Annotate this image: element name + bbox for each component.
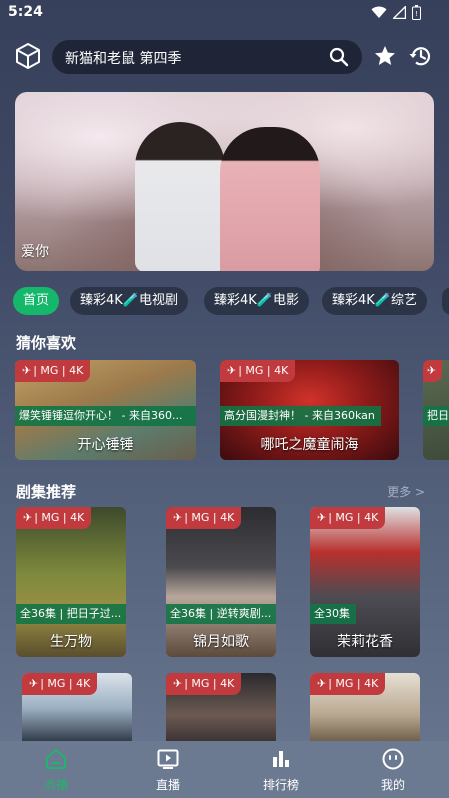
quality-badge: ✈ | MG | 4K bbox=[16, 507, 92, 529]
plane-icon: ✈ bbox=[173, 677, 183, 690]
signal-icon bbox=[393, 6, 406, 19]
card-subtitle: 全36集 | 逆转爽剧... bbox=[166, 604, 276, 624]
nav-label: 点播 bbox=[43, 778, 68, 792]
card-subtitle: 把日 bbox=[423, 406, 449, 426]
nav-label: 直播 bbox=[155, 778, 180, 792]
card-subtitle: 高分国漫封神！ - 来自360kan bbox=[220, 406, 381, 426]
section-title-guess: 猜你喜欢 bbox=[16, 334, 77, 352]
quality-badge: ✈ | MG | 4K bbox=[166, 673, 242, 695]
card-title: 茉莉花香 bbox=[337, 634, 393, 650]
tab-movies[interactable]: 臻彩4K🧪电影 bbox=[204, 287, 309, 315]
search-input[interactable]: 新猫和老鼠 第四季 bbox=[65, 48, 181, 68]
banner-figure-right bbox=[220, 127, 320, 271]
plane-icon: ✈ bbox=[227, 364, 237, 377]
battery-icon: ! bbox=[412, 5, 421, 20]
card-subtitle: 全30集 bbox=[310, 604, 356, 624]
series-card[interactable]: ✈ | MG | 4K bbox=[22, 673, 132, 743]
plane-icon: ✈ bbox=[173, 511, 183, 524]
card-title: 生万物 bbox=[50, 634, 92, 650]
tab-home[interactable]: 首页 bbox=[13, 287, 60, 315]
tab-overflow[interactable] bbox=[442, 287, 449, 315]
top-bar: 新猫和老鼠 第四季 bbox=[0, 38, 449, 74]
cube-icon[interactable] bbox=[14, 42, 42, 70]
quality-badge: ✈ bbox=[423, 360, 443, 382]
tab-variety[interactable]: 臻彩4K🧪综艺 bbox=[322, 287, 427, 315]
quality-badge: ✈ | MG | 4K bbox=[220, 360, 296, 382]
quality-badge: ✈ | MG | 4K bbox=[22, 673, 98, 695]
svg-text:!: ! bbox=[415, 10, 418, 18]
status-icons: ! bbox=[371, 5, 421, 20]
card-subtitle: 全36集 | 把日子过... bbox=[16, 604, 126, 624]
tab-tv-series[interactable]: 臻彩4K🧪电视剧 bbox=[70, 287, 188, 315]
hero-banner[interactable]: 爱你 bbox=[15, 92, 434, 271]
search-icon[interactable] bbox=[328, 46, 350, 68]
plane-icon: ✈ bbox=[427, 364, 437, 377]
live-icon bbox=[157, 749, 179, 769]
quality-badge: ✈ | MG | 4K bbox=[166, 507, 242, 529]
series-card[interactable]: ✈ | MG | 4K 全30集 茉莉花香 bbox=[310, 507, 420, 657]
status-time: 5:24 bbox=[8, 4, 43, 20]
nav-live[interactable]: 直播 bbox=[128, 741, 208, 798]
quality-badge: ✈ | MG | 4K bbox=[310, 673, 386, 695]
search-bar[interactable]: 新猫和老鼠 第四季 bbox=[52, 40, 362, 74]
history-icon[interactable] bbox=[408, 43, 434, 69]
card-title: 哪吒之魔童闹海 bbox=[260, 437, 359, 453]
category-tabs: 首页 臻彩4K🧪电视剧 臻彩4K🧪电影 臻彩4K🧪综艺 bbox=[0, 287, 449, 317]
profile-icon bbox=[382, 748, 404, 770]
ranking-icon bbox=[273, 751, 289, 767]
guess-card[interactable]: ✈ | MG | 4K 高分国漫封神！ - 来自360kan 哪吒之魔童闹海 bbox=[220, 360, 399, 460]
guess-card[interactable]: ✈ | MG | 4K 爆笑锤锤逗你开心！ - 来自360... 开心锤锤 bbox=[15, 360, 196, 460]
plane-icon: ✈ bbox=[22, 364, 32, 377]
card-subtitle: 爆笑锤锤逗你开心！ - 来自360... bbox=[15, 406, 196, 426]
plane-icon: ✈ bbox=[23, 511, 33, 524]
quality-badge: ✈ | MG | 4K bbox=[310, 507, 386, 529]
plane-icon: ✈ bbox=[317, 511, 327, 524]
quality-badge: ✈ | MG | 4K bbox=[15, 360, 91, 382]
series-card[interactable]: ✈ | MG | 4K 全36集 | 把日子过... 生万物 bbox=[16, 507, 126, 657]
card-title: 开心锤锤 bbox=[77, 437, 134, 453]
banner-figure-left bbox=[135, 122, 225, 271]
home-icon bbox=[46, 749, 66, 769]
series-card[interactable]: ✈ | MG | 4K 全36集 | 逆转爽剧... 锦月如歌 bbox=[166, 507, 276, 657]
series-card[interactable]: ✈ | MG | 4K bbox=[310, 673, 420, 743]
nav-ranking[interactable]: 排行榜 bbox=[241, 741, 321, 798]
nav-label: 我的 bbox=[380, 778, 405, 792]
plane-icon: ✈ bbox=[317, 677, 327, 690]
bottom-nav: 点播 直播 排行榜 我的 bbox=[0, 741, 449, 798]
wifi-icon bbox=[371, 6, 387, 18]
status-bar: 5:24 ! bbox=[0, 0, 449, 26]
star-icon[interactable] bbox=[373, 44, 397, 68]
section-title-series: 剧集推荐 bbox=[16, 483, 77, 501]
more-link[interactable]: 更多 > bbox=[387, 483, 425, 500]
card-title: 锦月如歌 bbox=[193, 634, 249, 650]
nav-profile[interactable]: 我的 bbox=[353, 741, 433, 798]
guess-card[interactable]: ✈ 把日 bbox=[423, 360, 449, 460]
nav-label: 排行榜 bbox=[262, 778, 299, 792]
banner-caption: 爱你 bbox=[21, 244, 49, 260]
series-card[interactable]: ✈ | MG | 4K bbox=[166, 673, 276, 743]
plane-icon: ✈ bbox=[29, 677, 39, 690]
nav-home[interactable]: 点播 bbox=[16, 741, 96, 798]
